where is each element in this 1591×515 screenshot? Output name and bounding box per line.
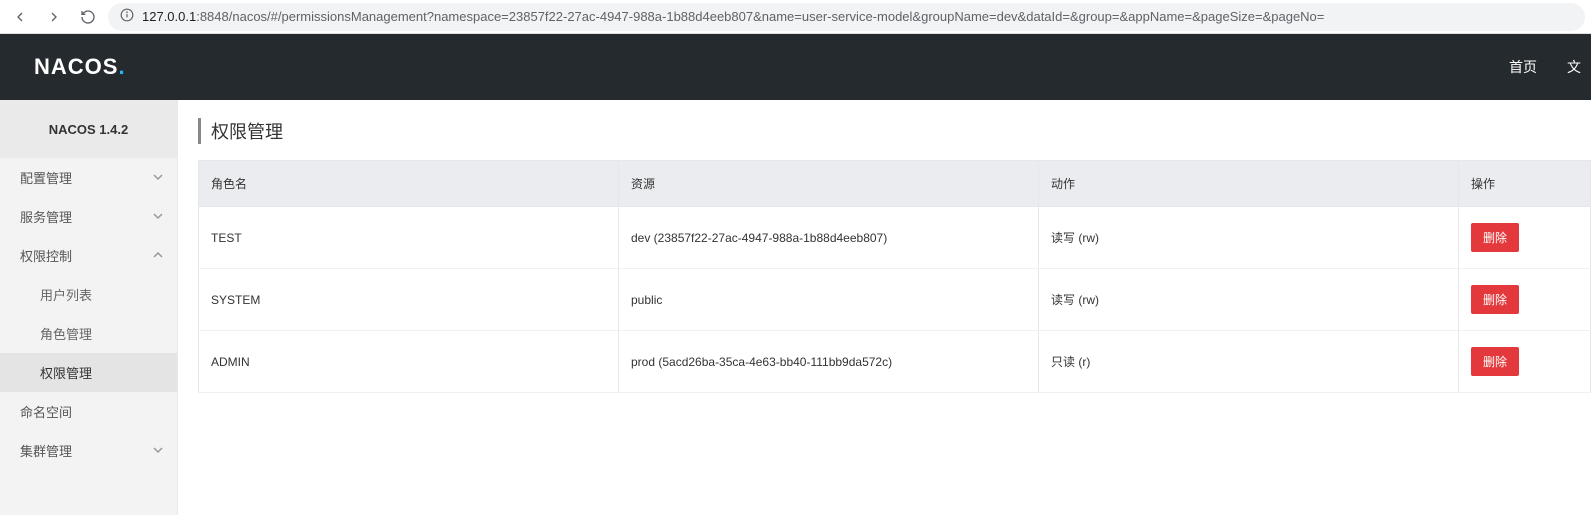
sidebar-item-label: 权限控制 <box>20 246 72 265</box>
url-path: :8848/nacos/#/permissionsManagement?name… <box>196 9 1324 24</box>
url-host: 127.0.0.1 <box>142 9 196 24</box>
sidebar: NACOS 1.4.2 配置管理 服务管理 权限控制 用户列表 角色管理 权限管… <box>0 100 178 515</box>
table-row: ADMIN prod (5acd26ba-35ca-4e63-bb40-111b… <box>199 331 1591 393</box>
delete-button[interactable]: 删除 <box>1471 285 1519 314</box>
logo-text: NACOS <box>34 54 118 80</box>
sidebar-item-label: 命名空间 <box>20 402 72 421</box>
address-bar[interactable]: 127.0.0.1:8848/nacos/#/permissionsManage… <box>108 3 1585 31</box>
sidebar-item-cluster[interactable]: 集群管理 <box>0 431 177 470</box>
sidebar-version: NACOS 1.4.2 <box>0 100 177 158</box>
sidebar-item-service[interactable]: 服务管理 <box>0 197 177 236</box>
chevron-down-icon <box>153 170 163 185</box>
logo-dot: . <box>118 54 125 80</box>
forward-button[interactable] <box>40 3 68 31</box>
col-resource: 资源 <box>619 161 1039 207</box>
cell-action: 读写 (rw) <box>1039 207 1459 269</box>
sidebar-item-roles[interactable]: 角色管理 <box>0 314 177 353</box>
cell-action: 读写 (rw) <box>1039 269 1459 331</box>
table-row: SYSTEM public 读写 (rw) 删除 <box>199 269 1591 331</box>
sidebar-item-label: 配置管理 <box>20 168 72 187</box>
chevron-down-icon <box>153 443 163 458</box>
back-button[interactable] <box>6 3 34 31</box>
col-op: 操作 <box>1459 161 1591 207</box>
sidebar-item-config[interactable]: 配置管理 <box>0 158 177 197</box>
sidebar-item-permissions[interactable]: 权限管理 <box>0 353 177 392</box>
page-title: 权限管理 <box>198 118 1591 144</box>
info-icon <box>120 8 134 25</box>
app-header: NACOS. 首页 文 <box>0 34 1591 100</box>
cell-role: TEST <box>199 207 619 269</box>
delete-button[interactable]: 删除 <box>1471 223 1519 252</box>
table-row: TEST dev (23857f22-27ac-4947-988a-1b88d4… <box>199 207 1591 269</box>
cell-resource: dev (23857f22-27ac-4947-988a-1b88d4eeb80… <box>619 207 1039 269</box>
cell-action: 只读 (r) <box>1039 331 1459 393</box>
col-role: 角色名 <box>199 161 619 207</box>
sidebar-item-auth[interactable]: 权限控制 <box>0 236 177 275</box>
sidebar-menu: 配置管理 服务管理 权限控制 用户列表 角色管理 权限管理 命名空间 <box>0 158 177 470</box>
cell-role: SYSTEM <box>199 269 619 331</box>
sidebar-item-namespace[interactable]: 命名空间 <box>0 392 177 431</box>
cell-resource: prod (5acd26ba-35ca-4e63-bb40-111bb9da57… <box>619 331 1039 393</box>
sidebar-item-label: 角色管理 <box>40 324 92 343</box>
permissions-table: 角色名 资源 动作 操作 TEST dev (23857f22-27ac-494… <box>198 160 1591 393</box>
cell-role: ADMIN <box>199 331 619 393</box>
sidebar-item-label: 权限管理 <box>40 363 92 382</box>
nav-home[interactable]: 首页 <box>1509 57 1537 77</box>
cell-resource: public <box>619 269 1039 331</box>
reload-button[interactable] <box>74 3 102 31</box>
table-header-row: 角色名 资源 动作 操作 <box>199 161 1591 207</box>
browser-toolbar: 127.0.0.1:8848/nacos/#/permissionsManage… <box>0 0 1591 34</box>
header-nav: 首页 文 <box>1509 57 1591 77</box>
sidebar-item-label: 服务管理 <box>20 207 72 226</box>
chevron-up-icon <box>153 248 163 263</box>
sidebar-item-label: 集群管理 <box>20 441 72 460</box>
chevron-down-icon <box>153 209 163 224</box>
sidebar-item-users[interactable]: 用户列表 <box>0 275 177 314</box>
sidebar-item-label: 用户列表 <box>40 285 92 304</box>
delete-button[interactable]: 删除 <box>1471 347 1519 376</box>
col-action: 动作 <box>1039 161 1459 207</box>
logo[interactable]: NACOS. <box>34 54 126 80</box>
main-content: 权限管理 角色名 资源 动作 操作 TEST dev (23857f22-27a… <box>178 100 1591 515</box>
nav-docs[interactable]: 文 <box>1567 57 1581 77</box>
